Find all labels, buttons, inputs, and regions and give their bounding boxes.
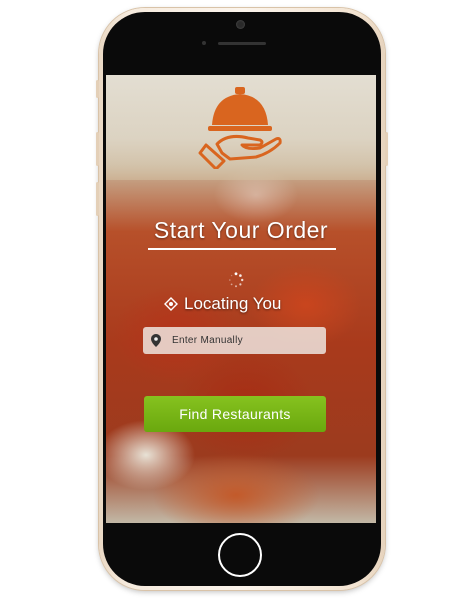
map-pin-icon <box>151 334 161 347</box>
front-camera <box>236 20 245 29</box>
title-underline <box>148 248 336 250</box>
phone-volume-down <box>96 182 99 216</box>
phone-volume-up <box>96 132 99 166</box>
cloche-hand-icon <box>198 87 282 169</box>
location-status: Locating You <box>164 292 281 316</box>
manual-location-placeholder: Enter Manually <box>172 335 243 346</box>
location-target-icon <box>164 297 178 311</box>
phone-power-button <box>385 132 388 166</box>
phone-side-button <box>96 80 99 98</box>
proximity-sensor <box>202 41 206 45</box>
location-status-text: Locating You <box>184 294 282 313</box>
find-restaurants-button[interactable]: Find Restaurants <box>144 396 326 432</box>
loading-spinner-icon <box>229 272 244 288</box>
manual-location-input[interactable]: Enter Manually <box>143 327 326 354</box>
page-title: Start Your Order <box>153 217 329 243</box>
app-screen: Start Your Order Locating You Enter Manu… <box>106 75 376 523</box>
home-button[interactable] <box>218 533 262 577</box>
earpiece-speaker <box>218 42 266 45</box>
